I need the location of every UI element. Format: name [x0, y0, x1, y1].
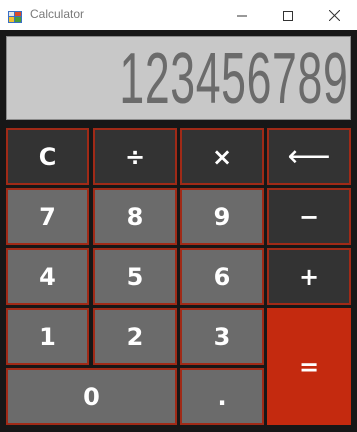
digit-5-button[interactable]: 5	[93, 248, 177, 305]
multiply-button[interactable]: ×	[180, 128, 264, 185]
close-icon	[328, 6, 340, 25]
calculator-app-icon	[8, 8, 22, 23]
close-button[interactable]	[311, 0, 357, 30]
digit-8-button[interactable]: 8	[93, 188, 177, 245]
calculator-body: 123456789 C ÷ × ⟵ 7 8 9 − 4 5 6 + 1 2 3 …	[0, 30, 357, 432]
decimal-button[interactable]: .	[180, 368, 264, 425]
digit-2-button[interactable]: 2	[93, 308, 177, 365]
digit-1-button[interactable]: 1	[6, 308, 89, 365]
digit-9-button[interactable]: 9	[180, 188, 264, 245]
minimize-button[interactable]	[219, 0, 265, 30]
digit-7-button[interactable]: 7	[6, 188, 89, 245]
equals-button[interactable]: =	[267, 308, 351, 425]
plus-button[interactable]: +	[267, 248, 351, 305]
digit-0-button[interactable]: 0	[6, 368, 177, 425]
divide-button[interactable]: ÷	[93, 128, 177, 185]
window-title: Calculator	[30, 7, 85, 21]
display-panel: 123456789	[6, 36, 351, 120]
minus-button[interactable]: −	[267, 188, 351, 245]
digit-3-button[interactable]: 3	[180, 308, 264, 365]
display-value: 123456789	[118, 39, 348, 119]
backspace-button[interactable]: ⟵	[267, 128, 351, 185]
maximize-icon	[283, 6, 293, 25]
minimize-icon	[237, 6, 247, 25]
digit-6-button[interactable]: 6	[180, 248, 264, 305]
clear-button[interactable]: C	[6, 128, 89, 185]
title-bar: Calculator	[0, 0, 357, 30]
maximize-button[interactable]	[265, 0, 311, 30]
digit-4-button[interactable]: 4	[6, 248, 89, 305]
